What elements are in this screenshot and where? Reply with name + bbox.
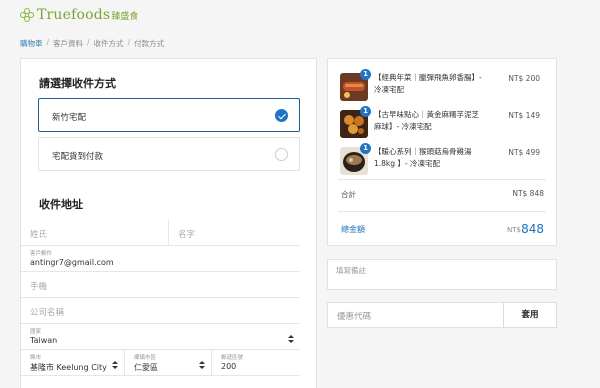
divider [338, 179, 546, 180]
country-value: Taiwan [30, 336, 58, 345]
zip-label: 郵遞區號 [221, 355, 244, 361]
zip-field[interactable]: 郵遞區號 200 [212, 350, 300, 376]
breadcrumb-separator: / [87, 38, 90, 47]
subtotal-label: 合計 [341, 190, 356, 199]
shipping-option-label: 宅配貨到付款 [52, 152, 104, 162]
radio-icon[interactable] [275, 148, 288, 161]
breadcrumb-customer: 客戶資料 [53, 39, 84, 48]
divider [338, 211, 546, 212]
district-value: 仁愛區 [134, 363, 158, 372]
shipping-option-hsinchu[interactable]: 新竹宅配 [38, 98, 300, 132]
order-item: 1 【古早味點心｜黃金麻糬芋泥芝麻球】- 冷凍宅配 NT$ 149 [340, 106, 550, 142]
address-title: 收件地址 [39, 198, 83, 211]
breadcrumb-separator: / [127, 38, 131, 47]
total-currency: NT$ [507, 226, 521, 234]
breadcrumb-cart[interactable]: 購物車 [20, 38, 43, 49]
quantity-badge: 1 [360, 106, 371, 117]
checkout-form: 請選擇收件方式 新竹宅配 宅配貨到付款 收件地址 姓氏 名字 客戶郵件 anti… [20, 58, 317, 388]
city-value: 基隆市 Keelung City [30, 363, 107, 372]
brand-name: Truefoods [37, 7, 111, 23]
first-name-field[interactable]: 名字 [169, 220, 300, 246]
subtotal-value: NT$ 848 [512, 189, 544, 198]
order-note-placeholder: 填寫備註 [336, 266, 366, 275]
shipping-option-label: 新竹宅配 [52, 113, 87, 123]
select-caret-icon [199, 361, 205, 370]
email-value: antingr7@gmail.com [30, 258, 114, 267]
quantity-badge: 1 [360, 143, 371, 154]
brand-logo[interactable]: Truefoods 臻盛食 [20, 7, 138, 23]
quantity-badge: 1 [360, 69, 371, 80]
last-name-placeholder: 姓氏 [30, 230, 48, 240]
district-label: 鄉鎮市區 [134, 355, 157, 361]
item-name: 【經典年菜｜臘彈飛魚卵香腸】- 冷凍宅配 [374, 73, 482, 94]
item-name: 【暖心系列｜猴頭菇烏骨雞湯 1.8kg 】- 冷凍宅配 [374, 147, 472, 168]
city-label: 縣市 [30, 355, 42, 361]
shipping-title: 請選擇收件方式 [39, 77, 116, 90]
total-label: 總金額 [341, 225, 365, 234]
zip-value: 200 [221, 362, 237, 371]
breadcrumb-payment: 付款方式 [134, 39, 165, 48]
first-name-placeholder: 名字 [178, 230, 196, 240]
apply-coupon-button[interactable]: 套用 [503, 302, 557, 328]
brand-sub: 臻盛食 [111, 11, 139, 22]
country-select[interactable]: 國家 Taiwan [21, 324, 300, 350]
phone-placeholder: 手機 [30, 282, 48, 292]
item-price: NT$ 200 [508, 74, 540, 83]
logo-icon [20, 8, 34, 22]
order-item: 1 【暖心系列｜猴頭菇烏骨雞湯 1.8kg 】- 冷凍宅配 NT$ 499 [340, 143, 550, 179]
radio-checked-icon[interactable] [275, 109, 288, 122]
order-summary: 1 【經典年菜｜臘彈飛魚卵香腸】- 冷凍宅配 NT$ 200 1 【古早味點心｜… [327, 58, 557, 246]
total-value: 848 [521, 222, 544, 236]
item-name: 【古早味點心｜黃金麻糬芋泥芝麻球】- 冷凍宅配 [374, 110, 479, 131]
site-header: Truefoods 臻盛食 [0, 0, 600, 32]
last-name-field[interactable]: 姓氏 [21, 220, 169, 246]
district-select[interactable]: 鄉鎮市區 仁愛區 [125, 350, 212, 376]
country-label: 國家 [30, 329, 42, 335]
shipping-option-cod[interactable]: 宅配貨到付款 [38, 137, 300, 171]
breadcrumb: 購物車 / 客戶資料 / 收件方式 / 付款方式 [20, 38, 164, 49]
company-field[interactable]: 公司名稱 [21, 298, 300, 324]
order-item: 1 【經典年菜｜臘彈飛魚卵香腸】- 冷凍宅配 NT$ 200 [340, 69, 550, 105]
item-price: NT$ 149 [508, 111, 540, 120]
breadcrumb-shipping: 收件方式 [93, 39, 124, 48]
email-label: 客戶郵件 [30, 251, 53, 257]
coupon-placeholder: 優惠代碼 [337, 312, 372, 322]
city-select[interactable]: 縣市 基隆市 Keelung City [21, 350, 125, 376]
company-placeholder: 公司名稱 [30, 308, 65, 318]
phone-field[interactable]: 手機 [21, 272, 300, 298]
item-price: NT$ 499 [508, 148, 540, 157]
select-caret-icon [112, 361, 118, 370]
coupon-field[interactable]: 優惠代碼 套用 [327, 302, 557, 328]
email-field[interactable]: 客戶郵件 antingr7@gmail.com [21, 246, 300, 272]
order-note-field[interactable]: 填寫備註 [327, 259, 557, 290]
select-caret-icon [288, 335, 294, 344]
breadcrumb-separator: / [46, 38, 50, 47]
